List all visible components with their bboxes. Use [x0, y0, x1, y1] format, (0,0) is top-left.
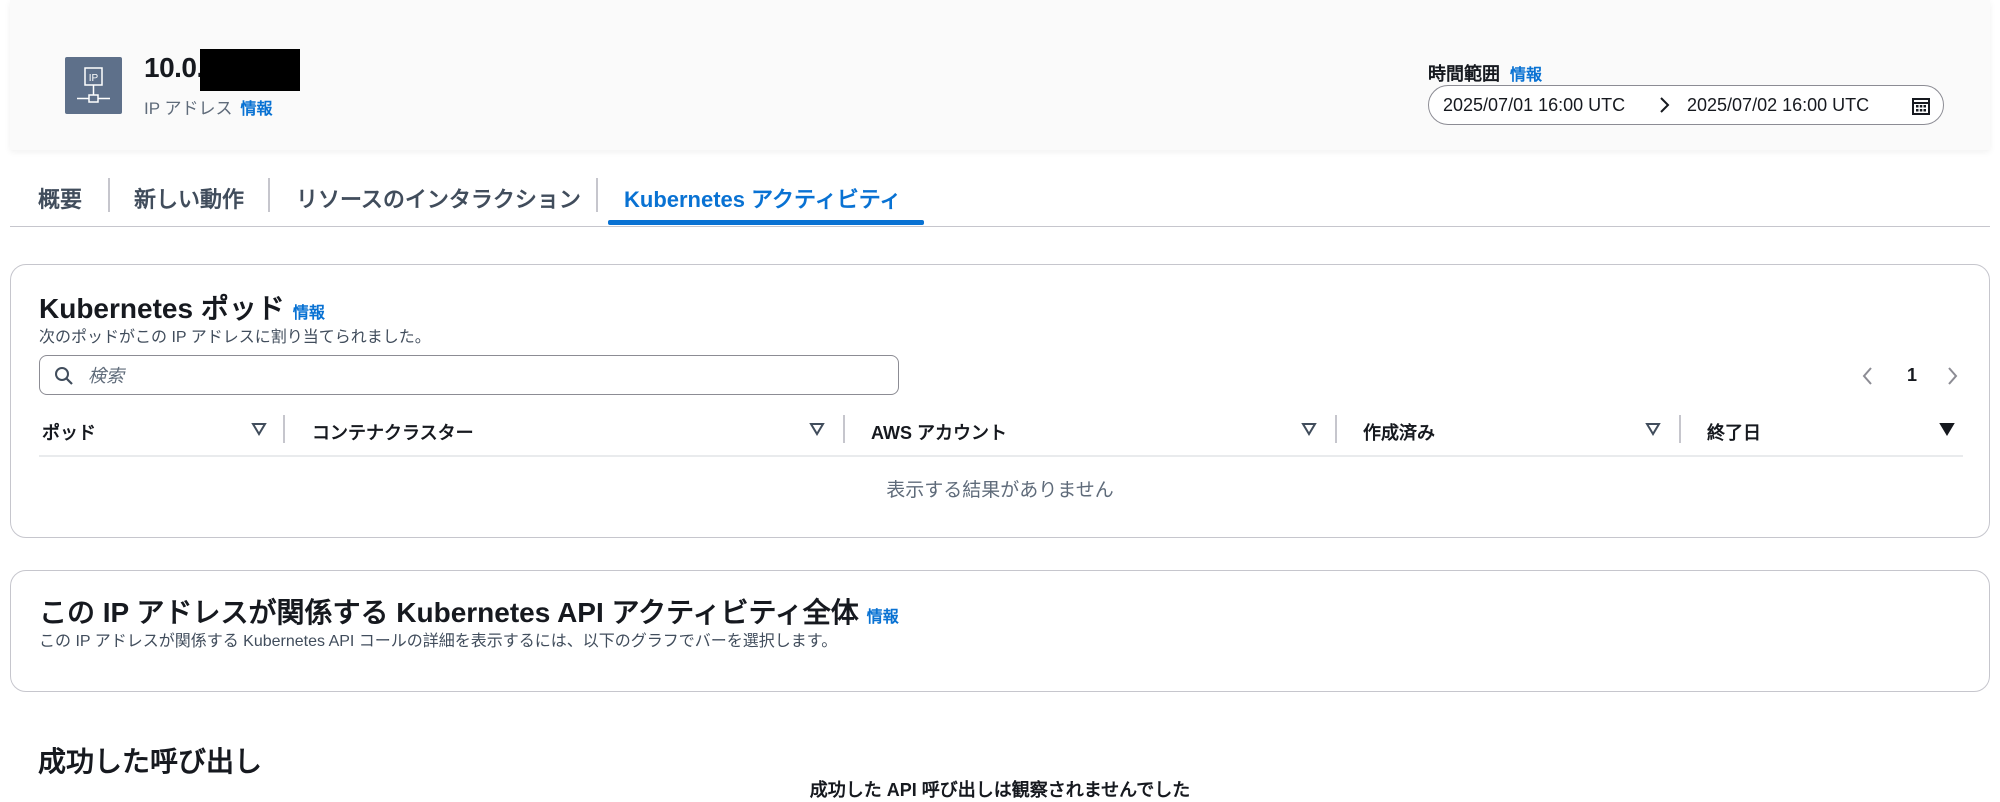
- chevron-right-icon: [1657, 94, 1673, 121]
- successful-calls-title: 成功した呼び出し: [38, 746, 263, 777]
- api-activity-info-link[interactable]: 情報: [867, 609, 899, 626]
- column-divider: [283, 415, 285, 443]
- tab-divider: [596, 178, 598, 212]
- resource-header: IP 10.0. IP アドレス 情報 時間範囲 情報 2025/07/01 16:…: [10, 0, 1990, 150]
- column-header-container-cluster[interactable]: コンテナクラスター: [312, 419, 474, 445]
- chevron-left-icon[interactable]: [1861, 365, 1875, 392]
- table-header-rule: [39, 455, 1963, 457]
- pods-search-box[interactable]: [39, 355, 899, 395]
- pods-title-text: Kubernetes ポッド: [39, 293, 285, 324]
- chevron-right-icon[interactable]: [1945, 365, 1959, 392]
- calendar-icon[interactable]: [1911, 96, 1931, 121]
- sort-down-icon[interactable]: [251, 422, 267, 441]
- tab-divider: [268, 178, 270, 212]
- column-divider: [1679, 415, 1681, 443]
- pods-panel-title: Kubernetes ポッド 情報: [39, 287, 325, 327]
- search-input[interactable]: [86, 362, 880, 390]
- api-activity-panel: この IP アドレスが関係する Kubernetes API アクティビティ全体…: [10, 570, 1990, 692]
- column-divider: [1335, 415, 1337, 443]
- current-page[interactable]: 1: [1907, 365, 1917, 386]
- sort-down-icon[interactable]: [1301, 422, 1317, 441]
- redacted-block: [200, 49, 300, 91]
- pagination: 1: [1861, 361, 1971, 391]
- time-range-label-text: 時間範囲: [1428, 64, 1500, 84]
- tab-kubernetes-activity[interactable]: Kubernetes アクティビティ: [624, 182, 901, 214]
- tab-new-behavior[interactable]: 新しい動作: [134, 182, 244, 214]
- tab-overview[interactable]: 概要: [38, 182, 82, 214]
- active-tab-indicator: [608, 220, 924, 225]
- column-header-end-date[interactable]: 終了日: [1707, 419, 1761, 445]
- successful-calls-message: 成功した API 呼び出しは観察されませんでした: [809, 780, 1191, 800]
- pods-info-link[interactable]: 情報: [293, 305, 325, 322]
- time-range-info-link[interactable]: 情報: [1510, 67, 1542, 84]
- api-activity-description: この IP アドレスが関係する Kubernetes API コールの詳細を表示…: [39, 633, 838, 650]
- api-activity-title: この IP アドレスが関係する Kubernetes API アクティビティ全体…: [39, 591, 899, 631]
- column-divider: [843, 415, 845, 443]
- tab-divider: [108, 178, 110, 212]
- column-header-created[interactable]: 作成済み: [1363, 419, 1435, 445]
- date-range-picker[interactable]: 2025/07/01 16:00 UTC 2025/07/02 16:00 UT…: [1428, 85, 1944, 125]
- time-start: 2025/07/01 16:00 UTC: [1443, 95, 1626, 115]
- sort-down-icon[interactable]: [1645, 422, 1661, 441]
- sort-down-filled-icon[interactable]: [1939, 422, 1955, 441]
- time-end: 2025/07/02 16:00 UTC: [1687, 95, 1870, 115]
- tab-bar: 概要 新しい動作 リソースのインタラクション Kubernetes アクティビテ…: [10, 168, 1990, 227]
- column-header-pod[interactable]: ポッド: [42, 419, 96, 445]
- search-icon: [55, 367, 73, 385]
- sort-down-icon[interactable]: [809, 422, 825, 441]
- ip-subtitle-text: IP アドレス: [144, 99, 233, 118]
- ip-subtitle: IP アドレス 情報: [144, 94, 273, 119]
- kubernetes-pods-panel: Kubernetes ポッド 情報 次のポッドがこの IP アドレスに割り当てられ…: [10, 264, 1990, 538]
- ip-info-link[interactable]: 情報: [240, 101, 272, 118]
- ip-address-icon: IP: [65, 57, 122, 114]
- column-header-aws-account[interactable]: AWS アカウント: [871, 419, 1007, 445]
- tab-resource-interactions[interactable]: リソースのインタラクション: [296, 182, 581, 214]
- svg-text:IP: IP: [89, 73, 99, 84]
- time-range-label: 時間範囲 情報: [1428, 60, 1542, 86]
- pods-description: 次のポッドがこの IP アドレスに割り当てられました。: [39, 329, 431, 346]
- api-activity-title-text: この IP アドレスが関係する Kubernetes API アクティビティ全体: [39, 597, 859, 628]
- empty-results-message: 表示する結果がありません: [886, 480, 1114, 501]
- ip-title: 10.0.: [144, 52, 204, 83]
